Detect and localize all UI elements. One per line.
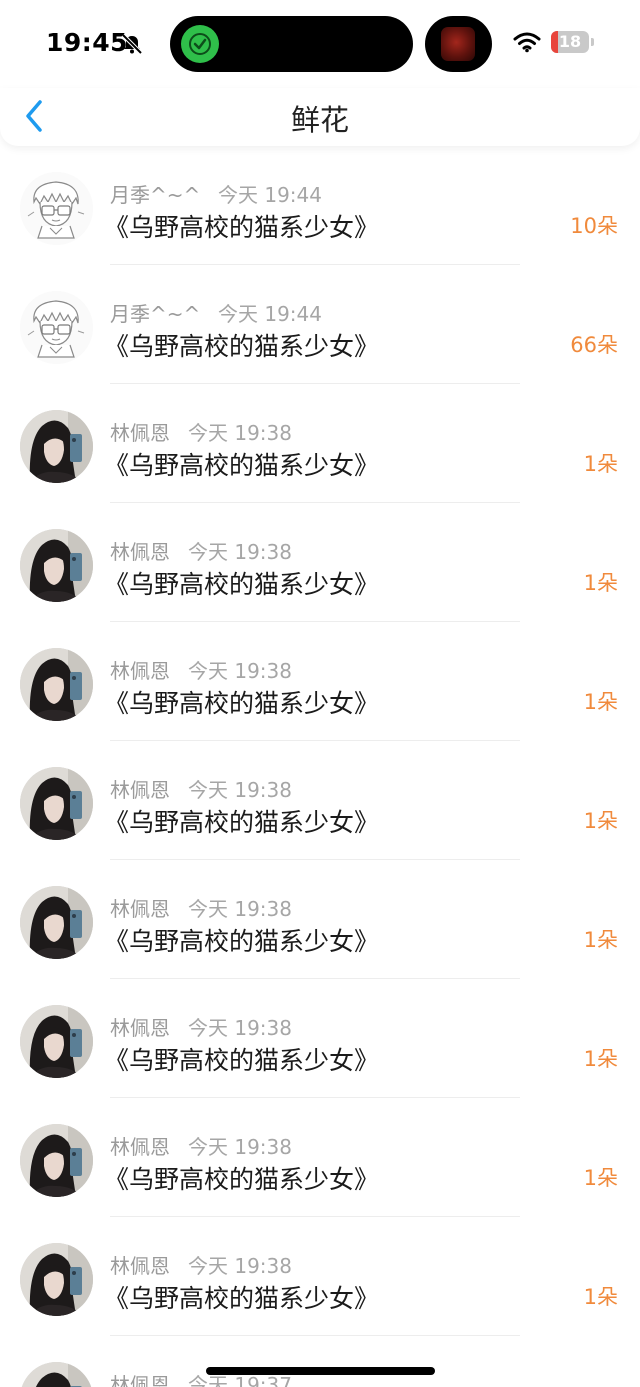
book-title[interactable]: 《乌野高校的猫系少女》 [104,565,379,601]
list-item[interactable]: 林佩恩 今天 19:38 《乌野高校的猫系少女》 1朵 [0,622,640,741]
timestamp: 今天 19:38 [188,540,292,564]
list-item[interactable]: 林佩恩 今天 19:38 《乌野高校的猫系少女》 1朵 [0,1098,640,1217]
flower-count: 1朵 [583,571,618,595]
book-title[interactable]: 《乌野高校的猫系少女》 [104,922,379,958]
nav-bar: 鲜花 [0,88,640,146]
timestamp: 今天 19:38 [188,1016,292,1040]
flower-count: 1朵 [583,928,618,952]
timestamp: 今天 19:38 [188,1254,292,1278]
avatar[interactable] [20,1362,93,1387]
status-time: 19:45 [46,28,129,57]
user-name[interactable]: 林佩恩 [110,1369,170,1387]
avatar[interactable] [20,291,93,364]
book-title[interactable]: 《乌野高校的猫系少女》 [104,1041,379,1077]
user-name[interactable]: 林佩恩 [110,536,170,565]
avatar[interactable] [20,1005,93,1078]
list-item[interactable]: 林佩恩 今天 19:38 《乌野高校的猫系少女》 1朵 [0,979,640,1098]
list-item[interactable]: 林佩恩 今天 19:37 [0,1336,640,1387]
avatar[interactable] [20,648,93,721]
list-item[interactable]: 林佩恩 今天 19:38 《乌野高校的猫系少女》 1朵 [0,741,640,860]
user-name[interactable]: 月季^~^ [110,179,200,208]
avatar[interactable] [20,529,93,602]
flower-count: 66朵 [570,333,618,357]
user-name[interactable]: 林佩恩 [110,774,170,803]
flower-count: 1朵 [583,452,618,476]
book-title[interactable]: 《乌野高校的猫系少女》 [104,684,379,720]
wifi-icon [513,31,541,53]
avatar[interactable] [20,1124,93,1197]
flower-count: 1朵 [583,1047,618,1071]
avatar[interactable] [20,172,93,245]
flower-count: 1朵 [583,1285,618,1309]
user-name[interactable]: 林佩恩 [110,893,170,922]
user-name[interactable]: 月季^~^ [110,298,200,327]
user-name[interactable]: 林佩恩 [110,1131,170,1160]
list-item[interactable]: 林佩恩 今天 19:38 《乌野高校的猫系少女》 1朵 [0,860,640,979]
user-name[interactable]: 林佩恩 [110,1012,170,1041]
list-item[interactable]: 月季^~^ 今天 19:44 《乌野高校的猫系少女》 10朵 [0,146,640,265]
timestamp: 今天 19:38 [188,659,292,683]
list-item[interactable]: 林佩恩 今天 19:38 《乌野高校的猫系少女》 1朵 [0,384,640,503]
book-title[interactable]: 《乌野高校的猫系少女》 [104,208,379,244]
book-title[interactable]: 《乌野高校的猫系少女》 [104,1160,379,1196]
list-item[interactable]: 林佩恩 今天 19:38 《乌野高校的猫系少女》 1朵 [0,503,640,622]
flower-count: 10朵 [570,214,618,238]
home-indicator[interactable] [206,1367,435,1375]
avatar[interactable] [20,410,93,483]
live-activity[interactable] [425,16,492,72]
dynamic-island [170,16,413,72]
list-item[interactable]: 月季^~^ 今天 19:44 《乌野高校的猫系少女》 66朵 [0,265,640,384]
flower-gift-list[interactable]: 月季^~^ 今天 19:44 《乌野高校的猫系少女》 10朵 月季^~^ 今天 19:4… [0,146,640,1387]
book-title[interactable]: 《乌野高校的猫系少女》 [104,446,379,482]
user-name[interactable]: 林佩恩 [110,1250,170,1279]
flower-count: 1朵 [583,809,618,833]
status-bar: 19:45 18 [0,0,640,88]
app-activity-icon[interactable] [181,25,219,63]
timestamp: 今天 19:38 [188,1135,292,1159]
avatar[interactable] [20,886,93,959]
user-name[interactable]: 林佩恩 [110,417,170,446]
battery-level: 18 [558,32,582,51]
book-title[interactable]: 《乌野高校的猫系少女》 [104,327,379,363]
timestamp: 今天 19:38 [188,421,292,445]
page-title: 鲜花 [290,103,349,137]
avatar[interactable] [20,1243,93,1316]
now-playing-artwork [441,27,475,61]
timestamp: 今天 19:44 [218,302,322,326]
book-title[interactable]: 《乌野高校的猫系少女》 [104,1279,379,1315]
flower-count: 1朵 [583,1166,618,1190]
timestamp: 今天 19:38 [188,778,292,802]
battery-icon: 18 [551,31,589,53]
flower-count: 1朵 [583,690,618,714]
battery-cap [591,38,594,46]
timestamp: 今天 19:44 [218,183,322,207]
bell-slash-icon [121,33,143,55]
user-name[interactable]: 林佩恩 [110,655,170,684]
book-title[interactable]: 《乌野高校的猫系少女》 [104,803,379,839]
timestamp: 今天 19:38 [188,897,292,921]
list-item[interactable]: 林佩恩 今天 19:38 《乌野高校的猫系少女》 1朵 [0,1217,640,1336]
avatar[interactable] [20,767,93,840]
